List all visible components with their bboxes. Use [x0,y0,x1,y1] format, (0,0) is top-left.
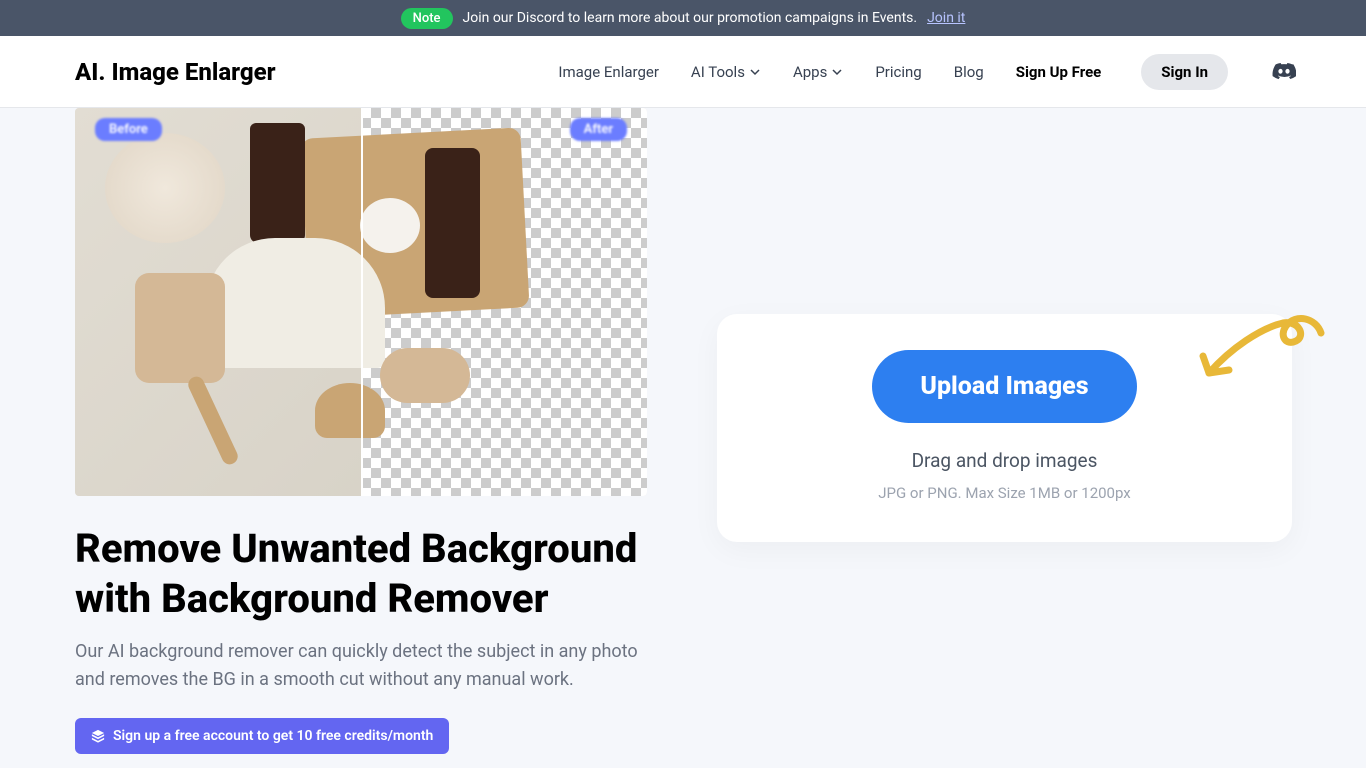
nav-signup-free[interactable]: Sign Up Free [1016,63,1102,81]
logo[interactable]: AI. Image Enlarger [75,58,276,86]
nav-apps[interactable]: Apps [793,63,843,81]
nav-image-enlarger[interactable]: Image Enlarger [558,63,659,81]
main-content: Before After Remove Unwanted Background … [0,108,1366,754]
before-badge: Before [95,118,162,141]
left-column: Before After Remove Unwanted Background … [75,138,647,754]
upload-hint-text: JPG or PNG. Max Size 1MB or 1200px [757,484,1252,502]
nav-ai-tools-label: AI Tools [691,63,745,81]
curved-arrow-icon [1191,308,1331,398]
product-loofah [105,133,225,243]
drag-drop-text: Drag and drop images [757,449,1252,472]
nav-links: Image Enlarger AI Tools Apps Pricing Blo… [558,54,1296,90]
page-heading: Remove Unwanted Background with Backgrou… [75,524,647,624]
signin-button[interactable]: Sign In [1141,54,1228,90]
product-brush-small [380,348,470,403]
hero-comparison-image: Before After [75,108,647,496]
right-column: Upload Images Drag and drop images JPG o… [717,138,1296,754]
product-brush [110,273,250,453]
nav-blog[interactable]: Blog [954,63,984,81]
after-badge: After [570,118,627,141]
upload-images-button[interactable]: Upload Images [872,350,1136,423]
nav-apps-label: Apps [793,63,827,81]
page-description: Our AI background remover can quickly de… [75,638,647,694]
discord-icon[interactable] [1272,60,1296,84]
chevron-down-icon [749,66,761,78]
layers-icon [91,729,105,743]
signup-cta-label: Sign up a free account to get 10 free cr… [113,728,433,744]
top-banner: Note Join our Discord to learn more abou… [0,0,1366,36]
signup-cta-button[interactable]: Sign up a free account to get 10 free cr… [75,718,449,754]
product-jar-small [315,383,385,438]
banner-join-link[interactable]: Join it [927,10,965,26]
nav-pricing[interactable]: Pricing [875,63,921,81]
nav-ai-tools[interactable]: AI Tools [691,63,761,81]
product-bottle [250,123,305,243]
banner-note-badge: Note [401,8,453,29]
navbar: AI. Image Enlarger Image Enlarger AI Too… [0,36,1366,108]
product-pump-bottle [425,148,480,298]
comparison-divider[interactable] [361,108,363,496]
chevron-down-icon [831,66,843,78]
product-jar [360,198,420,253]
banner-text: Join our Discord to learn more about our… [463,10,918,26]
